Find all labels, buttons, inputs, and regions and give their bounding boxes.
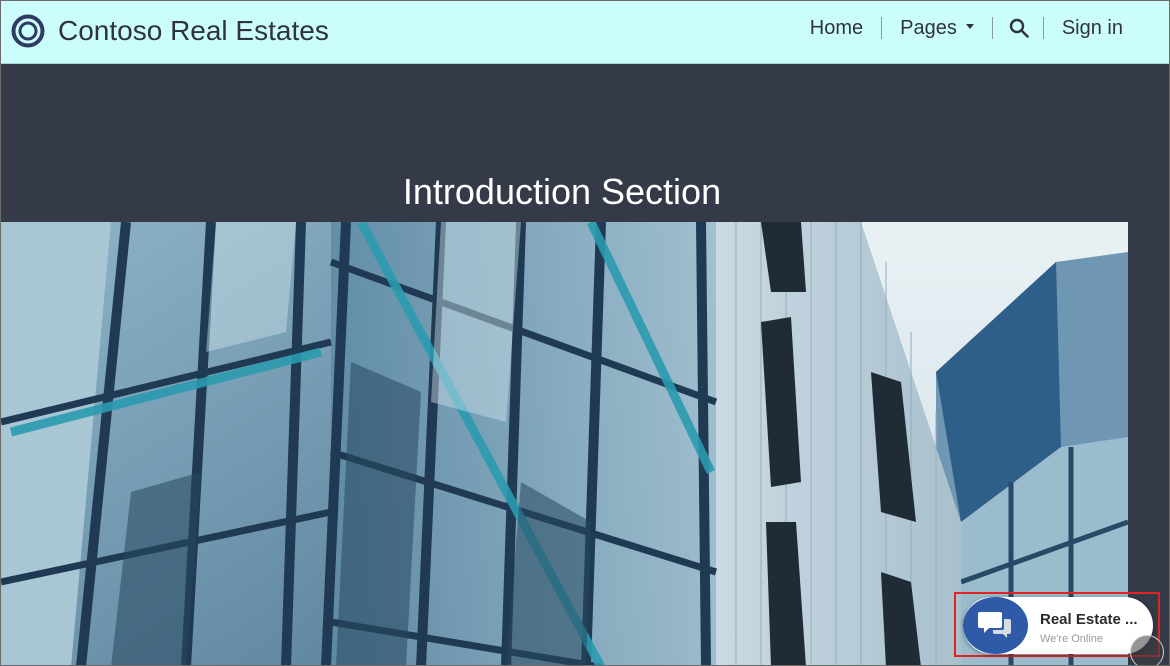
chat-close-icon[interactable] — [1130, 635, 1164, 665]
chat-status: We're Online — [1040, 633, 1104, 645]
main-nav: Home Pages Sign in — [792, 1, 1169, 54]
search-button[interactable] — [993, 18, 1043, 38]
chat-title: Real Estate ... — [1040, 611, 1138, 628]
nav-home-link[interactable]: Home — [792, 16, 881, 40]
caret-down-icon — [965, 23, 974, 29]
browser-viewport: Contoso Real Estates Home Pages Sign in … — [0, 0, 1170, 666]
site-header: Contoso Real Estates Home Pages Sign in — [1, 1, 1169, 64]
sign-in-link[interactable]: Sign in — [1044, 16, 1169, 40]
nav-pages-label: Pages — [900, 16, 957, 39]
chat-bubbles-icon — [978, 612, 1011, 638]
introduction-section: Introduction Section — [1, 65, 1169, 665]
search-icon — [1009, 18, 1029, 38]
ring-logo-icon[interactable] — [11, 14, 45, 48]
chat-launcher-button[interactable]: Real Estate ... We're Online — [963, 597, 1153, 654]
chat-widget-highlight: Real Estate ... We're Online — [954, 592, 1160, 657]
section-title: Introduction Section — [402, 171, 722, 212]
chat-avatar — [963, 597, 1028, 654]
nav-pages-dropdown[interactable]: Pages — [882, 16, 992, 40]
site-brand[interactable]: Contoso Real Estates — [58, 14, 329, 48]
